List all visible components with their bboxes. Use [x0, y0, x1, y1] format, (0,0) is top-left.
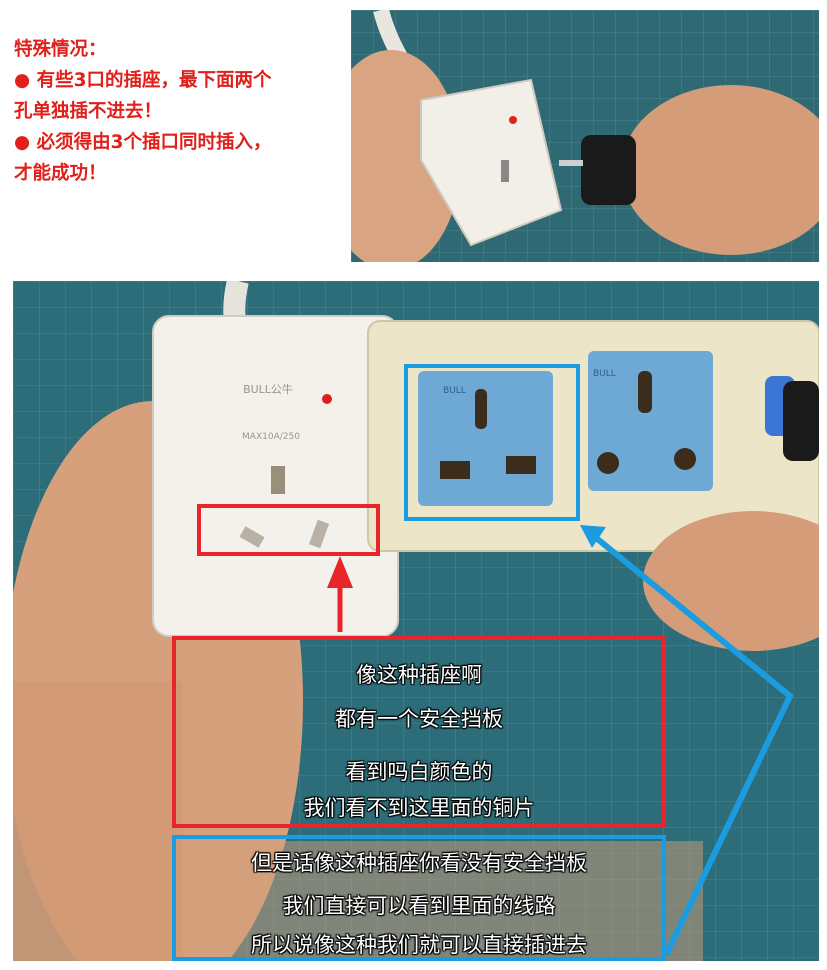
subtitle-box-red: 像这种插座啊 都有一个安全挡板 看到吗白颜色的 我们看不到这里面的铜片: [172, 636, 666, 828]
earth-slot: [271, 466, 285, 494]
indicator-light: [322, 394, 332, 404]
subtitle-red-1: 像这种插座啊: [356, 663, 482, 687]
outlet-slot: [501, 160, 509, 182]
special-case-note: 特殊情况： ● 有些3口的插座，最下面两个 孔单独插不进去！ ● 必须得由3个插…: [14, 34, 344, 189]
subtitle-red-4: 我们看不到这里面的铜片: [303, 796, 535, 820]
outlet-rating: MAX10A/250: [242, 432, 300, 442]
socket-2-earth-slot: [638, 371, 652, 413]
outlet-brand: BULL公牛: [243, 382, 293, 396]
note-bullet-2-line-2: 才能成功！: [14, 163, 107, 184]
subtitle-blue-1: 但是话像这种插座你看没有安全挡板: [251, 851, 587, 875]
note-bullet-1-line-1: ● 有些3口的插座，最下面两个: [14, 70, 272, 91]
subtitle-red-2: 都有一个安全挡板: [335, 707, 503, 731]
indicator-light: [509, 116, 517, 124]
note-bullet-1-line-2: 孔单独插不进去！: [14, 101, 163, 122]
top-photo: [351, 10, 819, 262]
open-socket-highlight-box: [404, 364, 580, 521]
black-plug: [783, 381, 819, 461]
top-photo-illustration: [351, 10, 819, 262]
socket-2-right-slot: [674, 448, 696, 470]
note-bullet-2-line-1: ● 必须得由3个插口同时插入，: [14, 132, 272, 153]
left-hand-lower: [13, 681, 183, 961]
socket-2-brand: BULL: [593, 369, 616, 379]
subtitle-blue-2: 我们直接可以看到里面的线路: [282, 894, 556, 918]
subtitle-box-blue: 但是话像这种插座你看没有安全挡板 我们直接可以看到里面的线路 所以说像这种我们就…: [172, 835, 666, 961]
socket-2-left-slot: [597, 452, 619, 474]
plug-prong: [559, 160, 583, 166]
black-plug: [581, 135, 636, 205]
subtitle-red-3: 看到吗白颜色的: [345, 760, 493, 784]
subtitle-blue-3: 所以说像这种我们就可以直接插进去: [251, 933, 587, 957]
note-heading: 特殊情况：: [14, 39, 107, 60]
shutter-highlight-box: [197, 504, 380, 556]
